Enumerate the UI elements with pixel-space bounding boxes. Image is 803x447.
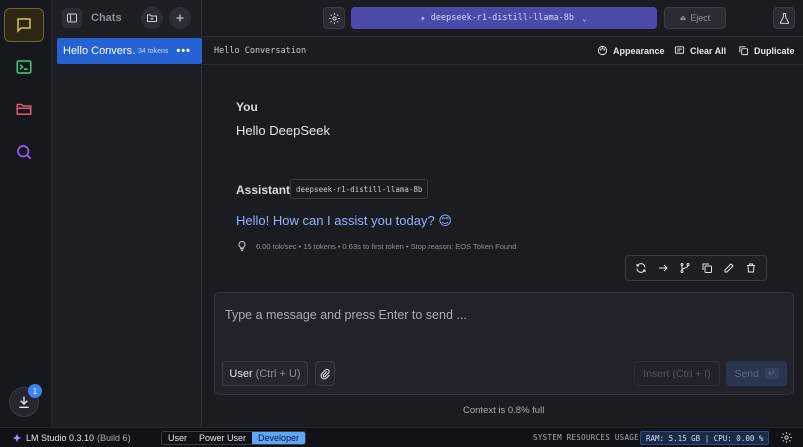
lightbulb-icon xyxy=(238,240,246,251)
clear-all-button[interactable]: Clear All xyxy=(674,45,726,56)
eject-label: Eject xyxy=(690,13,711,23)
plus-icon xyxy=(176,14,184,22)
appearance-button[interactable]: Appearance xyxy=(597,45,665,56)
conversation-title[interactable]: Hello Conversation xyxy=(214,46,306,56)
role-toggle-button[interactable]: User (Ctrl + U) xyxy=(222,361,308,386)
chats-header: Chats xyxy=(52,0,201,36)
paperclip-icon xyxy=(320,368,330,379)
developer-nav-button[interactable] xyxy=(4,50,44,84)
chats-title: Chats xyxy=(91,12,122,24)
duplicate-icon xyxy=(739,46,749,56)
continue-icon[interactable] xyxy=(657,262,669,274)
search-nav-button[interactable] xyxy=(4,135,44,169)
role-toggle-label: User xyxy=(229,367,253,380)
attach-button[interactable] xyxy=(315,361,335,386)
more-options-icon[interactable]: ••• xyxy=(176,45,191,57)
chats-panel: Chats Hello Convers… 34 tokens ••• xyxy=(52,0,202,427)
assistant-message-text: Hello! How can I assist you today? 😊 xyxy=(236,213,452,228)
chevron-down-icon: ⌄ xyxy=(582,13,587,23)
clear-all-label: Clear All xyxy=(690,45,727,56)
chat-nav-button[interactable] xyxy=(4,8,44,42)
user-role-label: You xyxy=(236,100,258,114)
chat-icon xyxy=(17,18,31,33)
message-action-bar xyxy=(625,255,767,281)
mode-power-user-button[interactable]: Power User xyxy=(193,432,252,444)
left-rail: 1 xyxy=(0,0,52,427)
enter-key-icon: ↵ xyxy=(764,368,779,379)
message-composer: User (Ctrl + U) Insert (Ctrl + I) Send ↵ xyxy=(214,292,794,395)
top-bar: ◆ deepseek-r1-distill-llama-8b ⌄ ⏏ Eject xyxy=(202,0,803,36)
regenerate-icon[interactable] xyxy=(635,262,647,274)
palette-icon xyxy=(597,45,608,56)
app-name-label: LM Studio 0.3.10 xyxy=(26,432,95,443)
eject-icon: ⏏ xyxy=(679,15,687,22)
eject-button[interactable]: ⏏ Eject xyxy=(664,7,726,29)
folder-icon xyxy=(16,103,32,115)
model-selector[interactable]: ◆ deepseek-r1-distill-llama-8b ⌄ xyxy=(351,7,657,29)
new-folder-button[interactable] xyxy=(141,7,163,29)
chat-item-label: Hello Convers… xyxy=(63,45,135,57)
status-bar: LM Studio 0.3.10 (Build 6) User Power Us… xyxy=(0,427,803,447)
message-input[interactable] xyxy=(225,305,785,325)
folder-plus-icon xyxy=(147,14,157,22)
search-icon xyxy=(17,145,32,160)
duplicate-label: Duplicate xyxy=(754,45,795,56)
insert-button[interactable]: Insert (Ctrl + I) xyxy=(634,361,720,386)
gear-icon xyxy=(328,12,340,24)
role-toggle-shortcut: (Ctrl + U) xyxy=(255,367,301,380)
chat-settings-button[interactable] xyxy=(323,7,345,29)
app-build-label: (Build 6) xyxy=(97,432,131,443)
mode-switcher: User Power User Developer xyxy=(161,431,307,445)
mode-developer-button[interactable]: Developer xyxy=(252,432,306,444)
model-selector-label: deepseek-r1-distill-llama-8b xyxy=(430,13,575,23)
lm-studio-logo-icon xyxy=(12,433,22,442)
chat-header-bar: Hello Conversation Appearance Clear All … xyxy=(202,36,803,65)
app-version: LM Studio 0.3.10 (Build 6) xyxy=(12,433,131,443)
duplicate-button[interactable]: Duplicate xyxy=(738,45,795,56)
appearance-label: Appearance xyxy=(613,45,665,56)
send-button[interactable]: Send ↵ xyxy=(726,361,787,386)
generation-stats: 6.00 tok/sec • 15 tokens • 0.63s to firs… xyxy=(236,240,516,252)
copy-icon[interactable] xyxy=(701,262,713,274)
clear-icon xyxy=(674,46,685,54)
assistant-model-tag: deepseek-r1-distill-llama-8b xyxy=(290,179,429,199)
chat-item-tokens: 34 tokens xyxy=(138,47,169,55)
system-resources-label: SYSTEM RESOURCES USAGE: xyxy=(533,433,644,442)
trash-icon[interactable] xyxy=(745,262,757,274)
mode-user-button[interactable]: User xyxy=(162,432,193,444)
send-label: Send xyxy=(734,367,759,380)
chat-list-item[interactable]: Hello Convers… 34 tokens ••• xyxy=(57,38,202,64)
context-usage: Context is 0.8% full xyxy=(463,405,545,416)
models-nav-button[interactable] xyxy=(4,92,44,126)
toggle-sidebar-button[interactable] xyxy=(62,8,82,28)
new-chat-button[interactable] xyxy=(169,7,191,29)
user-message-text: Hello DeepSeek xyxy=(236,123,330,138)
edit-icon[interactable] xyxy=(723,262,735,274)
assistant-role-label: Assistant xyxy=(236,183,291,197)
downloads-badge: 1 xyxy=(28,384,42,398)
sidebar-icon xyxy=(67,13,77,23)
model-dot-icon: ◆ xyxy=(421,14,425,22)
experiments-button[interactable] xyxy=(773,7,795,29)
flask-icon xyxy=(779,12,789,24)
system-resources-readout[interactable]: RAM: 5.15 GB | CPU: 0.00 % xyxy=(640,431,770,445)
branch-icon[interactable] xyxy=(679,262,691,274)
settings-gear-icon[interactable] xyxy=(780,431,793,444)
terminal-icon xyxy=(16,60,32,74)
generation-stats-text: 6.00 tok/sec • 15 tokens • 0.63s to firs… xyxy=(256,241,517,251)
